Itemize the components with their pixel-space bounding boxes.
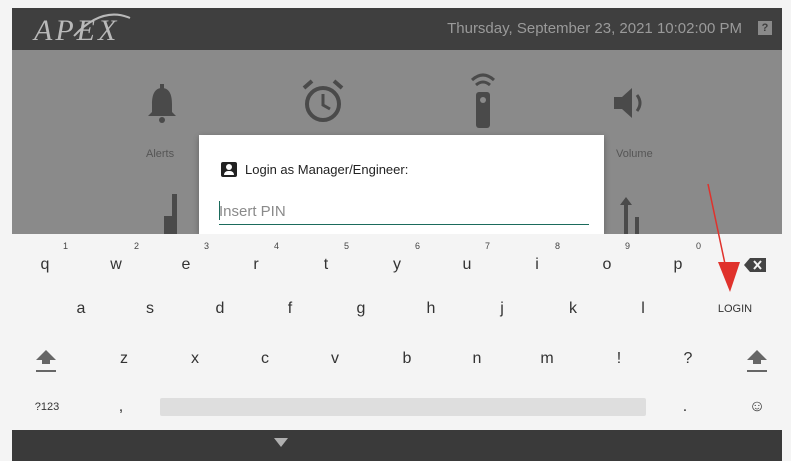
text-cursor [219,201,220,220]
datetime-label: Thursday, September 23, 2021 10:02:00 PM [447,20,742,37]
account-box-icon [221,162,237,177]
key-hint: 0 [695,241,701,251]
key-e[interactable]: e3 [161,241,211,284]
key-label: t [323,256,329,273]
remote-icon [470,73,496,128]
key-hint: 3 [203,241,209,251]
key-t[interactable]: t5 [301,241,351,284]
key-hint: 9 [624,241,630,251]
key-hint: 6 [414,241,420,251]
key-hint: 7 [484,241,490,251]
key-k[interactable]: k [548,290,598,328]
comma-key[interactable]: , [96,388,146,426]
key-j[interactable]: j [477,290,527,328]
help-icon[interactable]: ? [758,21,772,35]
key-h[interactable]: h [406,290,456,328]
dialog-title: Login as Manager/Engineer: [245,162,409,177]
key-p[interactable]: p0 [653,241,703,284]
key-w[interactable]: w2 [91,241,141,284]
emoji-icon: ☺ [748,398,766,415]
key-m[interactable]: m [522,340,572,378]
key-n[interactable]: n [452,340,502,378]
top-bar: APEX Thursday, September 23, 2021 10:02:… [12,8,782,50]
key-o[interactable]: o9 [582,241,632,284]
soft-keyboard: q1 w2 e3 r4 t5 y6 u7 i8 o9 p0 a s d f g … [0,234,791,430]
alarm-clock-icon [302,79,344,122]
key-s[interactable]: s [125,290,175,328]
hide-keyboard-icon[interactable] [274,438,288,447]
key-label: w [110,256,122,273]
apex-logo: APEX [34,14,120,47]
key-hint: 2 [133,241,139,251]
login-key[interactable]: LOGIN [712,290,758,328]
navigation-bar [12,430,782,461]
key-label: e [181,256,191,273]
key-q[interactable]: q1 [20,241,70,284]
key-y[interactable]: y6 [372,241,422,284]
speaker-icon [614,88,642,118]
key-label: u [462,256,472,273]
key-a[interactable]: a [56,290,106,328]
key-label: q [40,256,50,273]
key-label: y [393,256,401,273]
key-label: p [673,256,683,273]
emoji-key[interactable]: ☺ [732,388,782,426]
menu-label-alerts: Alerts [146,148,175,160]
menu-label-volume: Volume [616,148,653,160]
shift-icon [747,350,767,372]
key-hint: 4 [273,241,279,251]
screen: APEX Thursday, September 23, 2021 10:02:… [0,0,791,461]
key-d[interactable]: d [195,290,245,328]
key-z[interactable]: z [99,340,149,378]
key-c[interactable]: c [240,340,290,378]
login-dialog: Login as Manager/Engineer: [199,135,604,234]
space-bar[interactable] [160,398,646,416]
key-g[interactable]: g [336,290,386,328]
bell-icon [148,84,176,123]
key-label: o [602,256,612,273]
key-question[interactable]: ? [663,340,713,378]
key-label: r [253,256,259,273]
shift-icon [36,350,56,372]
key-hint: 5 [343,241,349,251]
key-exclamation[interactable]: ! [594,340,644,378]
key-v[interactable]: v [310,340,360,378]
shift-key-left[interactable] [26,342,66,380]
key-b[interactable]: b [382,340,432,378]
key-f[interactable]: f [265,290,315,328]
shift-key-right[interactable] [737,342,777,380]
key-u[interactable]: u7 [442,241,492,284]
backspace-icon [744,258,766,272]
music-note-icon [164,194,177,234]
arrows-up-icon [620,197,639,235]
symbols-key[interactable]: ?123 [22,388,72,426]
pin-input[interactable] [219,198,589,225]
key-i[interactable]: i8 [512,241,562,284]
key-hint: 8 [554,241,560,251]
key-label: i [535,256,539,273]
key-l[interactable]: l [618,290,668,328]
key-x[interactable]: x [170,340,220,378]
backspace-key[interactable] [730,246,780,284]
period-key[interactable]: . [660,388,710,426]
key-r[interactable]: r4 [231,241,281,284]
key-hint: 1 [62,241,68,251]
